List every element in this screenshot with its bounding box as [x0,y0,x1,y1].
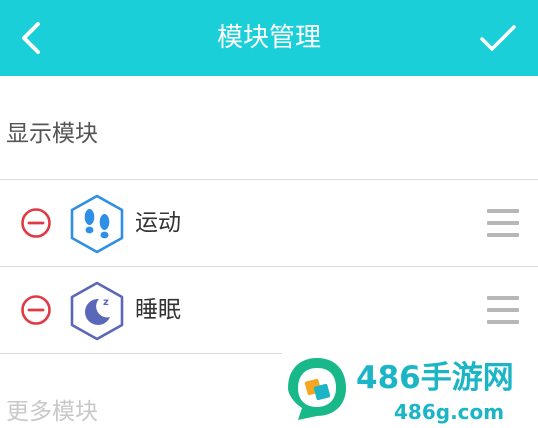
minus-circle-icon [21,295,51,325]
drag-handle-icon [487,296,519,324]
watermark-domain: 486g.com [394,400,505,424]
watermark-site-name: 486手游网 [356,360,514,396]
module-row-sleep: z 睡眠 [0,267,538,353]
watermark-logo-icon [284,354,350,424]
sleep-module-icon: z [68,280,126,342]
footprints-icon [70,194,124,254]
app-header: 模块管理 [0,0,538,76]
divider [0,353,282,354]
site-watermark: 486手游网 486g.com [282,352,538,428]
module-label-sleep: 睡眠 [135,297,181,323]
module-row-sport: 运动 [0,180,538,266]
sport-module-icon [68,193,126,255]
drag-handle-sleep[interactable] [486,293,520,327]
minus-circle-icon [21,208,51,238]
confirm-button[interactable] [476,16,520,60]
page-title: 模块管理 [216,23,321,53]
moon-sleep-icon: z [70,281,124,341]
remove-sport-button[interactable] [20,207,52,239]
drag-handle-icon [487,209,519,237]
remove-sleep-button[interactable] [20,294,52,326]
svg-text:z: z [103,297,109,308]
shown-modules-title: 显示模块 [6,121,98,147]
module-label-sport: 运动 [135,210,181,236]
checkmark-icon [480,25,516,51]
drag-handle-sport[interactable] [486,206,520,240]
more-modules-title: 更多模块 [6,399,98,425]
